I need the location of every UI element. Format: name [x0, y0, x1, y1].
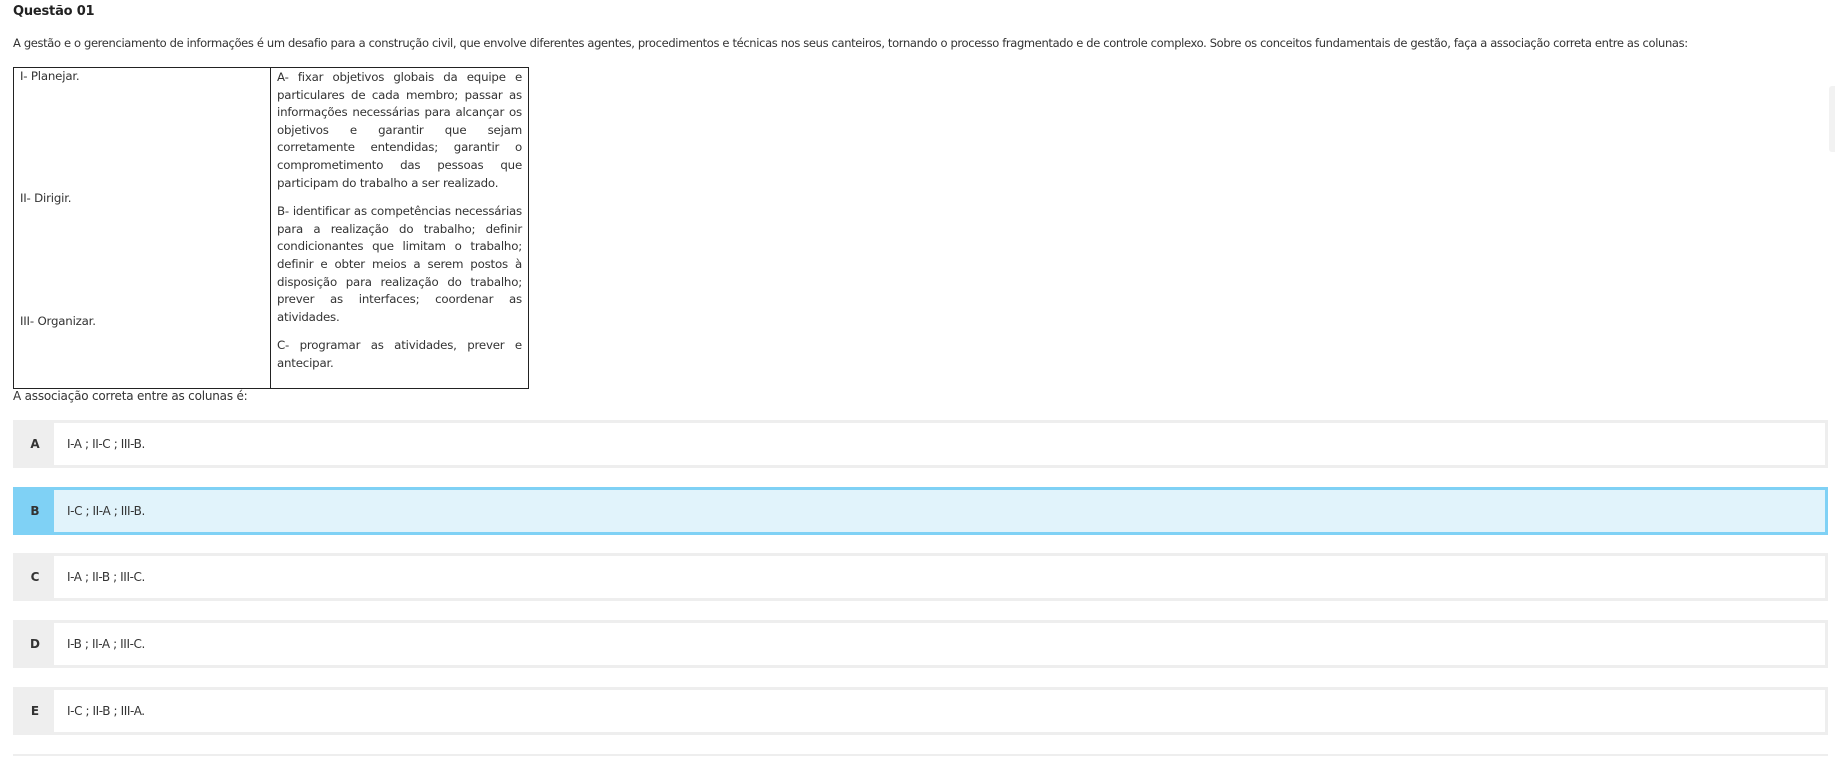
question-title: Questão 01 — [13, 4, 95, 19]
column-one: I- Planejar. II- Dirigir. III- Organizar… — [13, 67, 271, 389]
column-two-item-c: C- programar as atividades, prever e ant… — [277, 338, 522, 370]
alternative-text: I-B ; II-A ; III-C. — [67, 637, 145, 651]
association-table: I- Planejar. II- Dirigir. III- Organizar… — [13, 67, 529, 389]
alternative-text: I-C ; II-B ; III-A. — [67, 704, 145, 718]
column-one-item-1: I- Planejar. — [20, 69, 80, 83]
question-page: Questão 01 A gestão e o gerenciamento de… — [0, 0, 1835, 760]
alternative-letter: A — [16, 423, 54, 465]
divider — [13, 754, 1828, 756]
alternative-letter: C — [16, 556, 54, 598]
column-one-item-2: II- Dirigir. — [20, 191, 72, 205]
alternative-text: I-A ; II-C ; III-B. — [67, 437, 145, 451]
alternative-text: I-A ; II-B ; III-C. — [67, 570, 145, 584]
column-two-item-b: B- identificar as competências necessári… — [277, 204, 522, 324]
column-two-item-a: A- fixar objetivos globais da equipe e p… — [277, 70, 522, 190]
alternative-letter: B — [16, 490, 54, 532]
alternative-text: I-C ; II-A ; III-B. — [67, 504, 145, 518]
answer-prompt: A associação correta entre as colunas é: — [13, 389, 248, 403]
scroll-handle[interactable] — [1829, 86, 1835, 152]
alternative-c[interactable]: C I-A ; II-B ; III-C. — [13, 553, 1828, 601]
column-two: A- fixar objetivos globais da equipe e p… — [270, 67, 529, 389]
question-statement: A gestão e o gerenciamento de informaçõe… — [13, 36, 1688, 50]
alternative-letter: E — [16, 690, 54, 732]
alternative-d[interactable]: D I-B ; II-A ; III-C. — [13, 620, 1828, 668]
column-one-item-3: III- Organizar. — [20, 314, 96, 328]
alternative-letter: D — [16, 623, 54, 665]
alternative-e[interactable]: E I-C ; II-B ; III-A. — [13, 687, 1828, 735]
alternative-a[interactable]: A I-A ; II-C ; III-B. — [13, 420, 1828, 468]
alternative-b[interactable]: B I-C ; II-A ; III-B. — [13, 487, 1828, 535]
